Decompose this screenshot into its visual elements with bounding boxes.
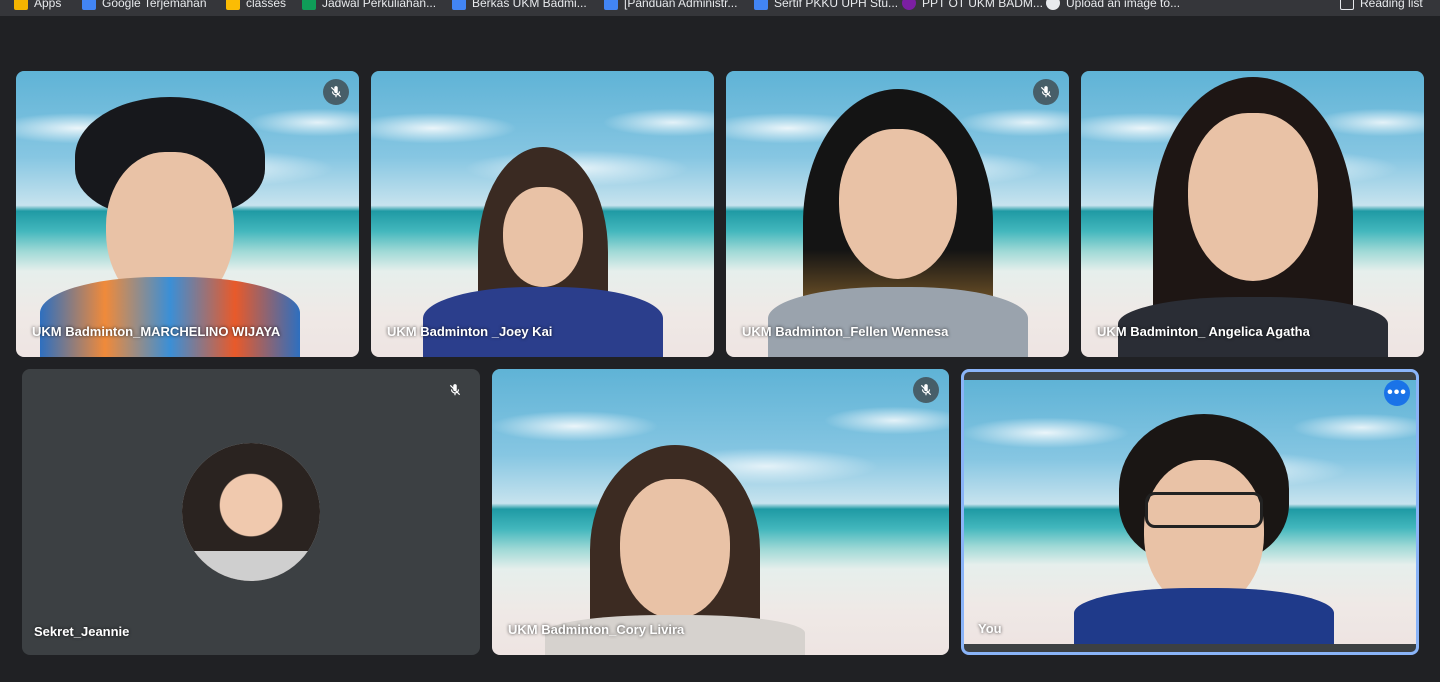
drive-icon bbox=[604, 0, 618, 10]
participant-tile-angelica[interactable]: UKM Badminton_ Angelica Agatha bbox=[1081, 71, 1424, 357]
participant-name: Sekret_Jeannie bbox=[34, 624, 130, 639]
participant-tile-joey[interactable]: UKM Badminton _Joey Kai bbox=[371, 71, 714, 357]
participant-name: You bbox=[978, 621, 1002, 636]
participant-name: UKM Badminton_MARCHELINO WIJAYA bbox=[32, 324, 281, 339]
bookmark-label: Google Terjemahan bbox=[102, 0, 207, 10]
bookmark-reading-list[interactable]: Reading list bbox=[1340, 0, 1423, 12]
bookmark-berkas[interactable]: Berkas UKM Badmi... bbox=[452, 0, 587, 12]
participant-name: UKM Badminton _Joey Kai bbox=[387, 324, 553, 339]
bookmark-label: Apps bbox=[34, 0, 62, 10]
participant-tile-fellen[interactable]: UKM Badminton_Fellen Wennesa bbox=[726, 71, 1069, 357]
bookmark-label: Berkas UKM Badmi... bbox=[472, 0, 587, 10]
mic-off-icon bbox=[1033, 79, 1059, 105]
participant-name: UKM Badminton_ Angelica Agatha bbox=[1097, 324, 1310, 339]
participant-name: UKM Badminton_Fellen Wennesa bbox=[742, 324, 949, 339]
slides-icon bbox=[902, 0, 916, 10]
drive-icon bbox=[452, 0, 466, 10]
bookmark-label: Reading list bbox=[1360, 0, 1423, 10]
participant-name: UKM Badminton_Cory Livira bbox=[508, 622, 685, 637]
participant-tile-marchelino[interactable]: UKM Badminton_MARCHELINO WIJAYA bbox=[16, 71, 359, 357]
participant-video bbox=[40, 97, 301, 357]
avatar bbox=[182, 443, 320, 581]
bookmark-label: [Panduan Administr... bbox=[624, 0, 738, 10]
participant-video bbox=[1073, 414, 1334, 644]
bookmark-translate[interactable]: Google Terjemahan bbox=[82, 0, 207, 12]
docs-icon bbox=[754, 0, 768, 10]
folder-icon bbox=[226, 0, 240, 10]
more-options-button[interactable]: ••• bbox=[1384, 380, 1410, 406]
bookmark-panduan[interactable]: [Panduan Administr... bbox=[604, 0, 737, 12]
upload-icon bbox=[1046, 0, 1060, 10]
mic-off-icon bbox=[323, 79, 349, 105]
participant-tile-cory[interactable]: UKM Badminton_Cory Livira bbox=[492, 369, 949, 655]
bookmarks-bar: Apps Google Terjemahan classes Jadwal Pe… bbox=[0, 0, 1440, 16]
reading-list-icon bbox=[1340, 0, 1354, 10]
bookmark-classes[interactable]: classes bbox=[226, 0, 286, 12]
bookmark-apps[interactable]: Apps bbox=[14, 0, 61, 12]
sheets-icon bbox=[302, 0, 316, 10]
mic-off-icon bbox=[442, 377, 468, 403]
bookmark-label: Jadwal Perkuliahan... bbox=[322, 0, 437, 10]
bookmark-jadwal[interactable]: Jadwal Perkuliahan... bbox=[302, 0, 436, 12]
bookmark-ppt[interactable]: PPT OT UKM BADM... bbox=[902, 0, 1043, 12]
bookmark-label: Upload an image to... bbox=[1066, 0, 1181, 10]
participant-tile-self[interactable]: ••• You bbox=[961, 369, 1419, 655]
bookmark-upload[interactable]: Upload an image to... bbox=[1046, 0, 1180, 12]
apps-grid-icon bbox=[14, 0, 28, 10]
participant-tile-jeannie[interactable]: Sekret_Jeannie bbox=[22, 369, 480, 655]
bookmark-label: classes bbox=[246, 0, 287, 10]
translate-icon bbox=[82, 0, 96, 10]
bookmark-label: Sertif PKKU UPH Stu... bbox=[774, 0, 899, 10]
mic-off-icon bbox=[913, 377, 939, 403]
self-video bbox=[964, 380, 1416, 644]
bookmark-sertif[interactable]: Sertif PKKU UPH Stu... bbox=[754, 0, 898, 12]
participant-video bbox=[767, 89, 1028, 357]
bookmark-label: PPT OT UKM BADM... bbox=[922, 0, 1043, 10]
participant-video bbox=[1117, 77, 1388, 357]
